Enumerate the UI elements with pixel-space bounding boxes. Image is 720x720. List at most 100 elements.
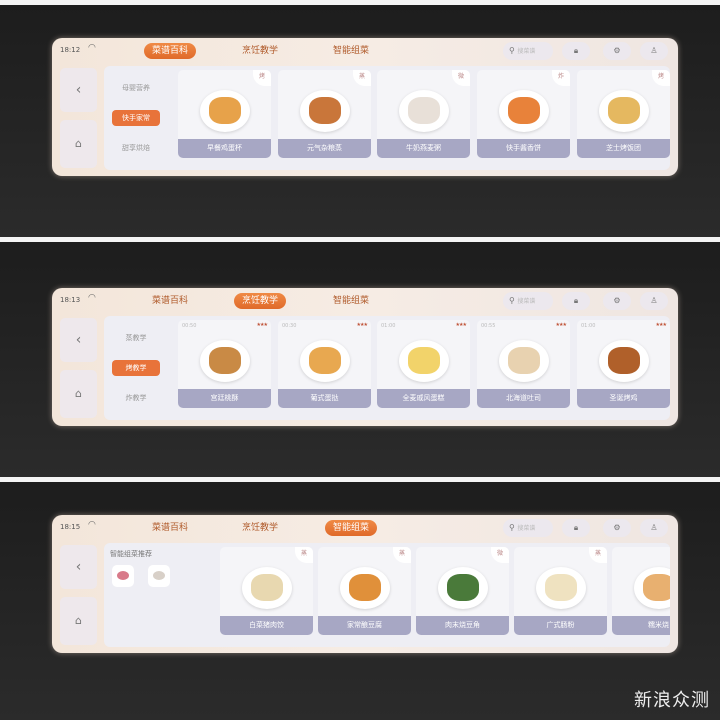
back-chevron-icon: ‹: [75, 332, 82, 348]
dish-image: [438, 567, 488, 609]
difficulty-stars: ★★★: [555, 322, 567, 328]
dish-name: 白菜猪肉饺: [220, 616, 313, 635]
oven-screen: 18:15 ◠ 菜谱百科 烹饪教学 智能组菜 ⚲ 搜菜谱 🔒︎ ⚙ ♙ ‹ ⌂ 智能组菜推荐 蒸白菜猪肉…: [52, 515, 678, 653]
recipe-card[interactable]: 蒸广式肠粉: [514, 547, 607, 635]
gear-button[interactable]: ⚙: [603, 292, 631, 310]
cook-mode-badge: 烤: [253, 70, 271, 86]
recipe-card[interactable]: 炸快手酱香饼: [477, 70, 570, 158]
recipe-card[interactable]: 00:55 ★★★ 北海道吐司: [477, 320, 570, 408]
tab-1[interactable]: 烹饪教学: [234, 293, 287, 309]
tab-2[interactable]: 智能组菜: [325, 293, 377, 309]
dish-food: [508, 347, 540, 374]
recipe-card[interactable]: 微牛奶燕麦粥: [377, 70, 470, 158]
search-button[interactable]: ⚲ 搜菜谱: [503, 292, 553, 310]
bell-button[interactable]: ♙: [640, 292, 668, 310]
gear-button[interactable]: ⚙: [603, 519, 631, 537]
recommend-thumb[interactable]: [148, 565, 170, 587]
lock-icon: 🔒︎: [573, 46, 579, 55]
lock-button[interactable]: 🔒︎: [562, 519, 590, 537]
search-button[interactable]: ⚲ 搜菜谱: [503, 519, 553, 537]
back-button[interactable]: ‹: [60, 68, 97, 112]
dish-image: [300, 90, 350, 132]
cook-mode-badge: 微: [452, 70, 470, 86]
recipe-card[interactable]: 00:50 ★★★ 宫廷桃酥: [178, 320, 271, 408]
gear-icon: ⚙: [613, 523, 621, 532]
photo-panel: 18:12 ◠ 菜谱百科 烹饪教学 智能组菜 ⚲ 搜菜谱 🔒︎ ⚙ ♙ ‹ ⌂ 母婴营养快手家常甜享烘…: [0, 5, 720, 237]
lock-icon: 🔒︎: [573, 523, 579, 532]
dish-food: [408, 97, 440, 124]
wifi-icon: ◠: [88, 520, 96, 530]
tab-0[interactable]: 菜谱百科: [144, 293, 196, 309]
back-button[interactable]: ‹: [60, 318, 97, 362]
recommend-thumb[interactable]: [112, 565, 134, 587]
bell-icon: ♙: [650, 523, 658, 532]
dish-name: 葡式蛋挞: [278, 389, 371, 408]
dish-food: [309, 347, 341, 374]
dish-name: 早餐鸡蛋杯: [178, 139, 271, 158]
lock-button[interactable]: 🔒︎: [562, 292, 590, 310]
side-menu-item[interactable]: 甜享烘焙: [112, 140, 160, 156]
dish-food: [251, 574, 283, 601]
recipe-card[interactable]: 蒸白菜猪肉饺: [220, 547, 313, 635]
dish-image: [499, 340, 549, 382]
recommend-title: 智能组菜推荐: [110, 550, 152, 558]
home-button[interactable]: ⌂: [60, 370, 97, 418]
dish-name: 糯米烧: [612, 616, 670, 635]
back-button[interactable]: ‹: [60, 545, 97, 589]
search-button[interactable]: ⚲ 搜菜谱: [503, 42, 553, 60]
gear-button[interactable]: ⚙: [603, 42, 631, 60]
wifi-icon: ◠: [88, 43, 96, 53]
content-area: 智能组菜推荐 蒸白菜猪肉饺蒸家常酿豆腐微肉末烧豆角蒸广式肠粉 糯米烧: [104, 543, 670, 647]
recipe-card[interactable]: 微肉末烧豆角: [416, 547, 509, 635]
dish-image: [499, 90, 549, 132]
dish-image: [399, 340, 449, 382]
bell-button[interactable]: ♙: [640, 519, 668, 537]
dish-name: 牛奶燕麦粥: [377, 139, 470, 158]
recipe-card[interactable]: 蒸家常酿豆腐: [318, 547, 411, 635]
side-menu-item[interactable]: 蒸教学: [112, 330, 160, 346]
recipe-card[interactable]: 00:30 ★★★ 葡式蛋挞: [278, 320, 371, 408]
side-menu-item[interactable]: 烤教学: [112, 360, 160, 376]
dish-image: [340, 567, 390, 609]
content-area: 蒸教学 烤教学 炸教学 00:50 ★★★ 宫廷桃酥 00:30 ★★★ 葡式蛋挞 01:00 ★★…: [104, 316, 670, 420]
recipe-card[interactable]: 糯米烧: [612, 547, 670, 635]
dish-food: [447, 574, 479, 601]
recipe-card[interactable]: 烤早餐鸡蛋杯: [178, 70, 271, 158]
status-time: 18:12: [60, 46, 81, 54]
side-menu-item[interactable]: 母婴营养: [112, 80, 160, 96]
home-button[interactable]: ⌂: [60, 597, 97, 645]
back-chevron-icon: ‹: [75, 559, 82, 575]
recipe-card[interactable]: 蒸元气杂粮蒸: [278, 70, 371, 158]
dish-food: [508, 97, 540, 124]
bell-button[interactable]: ♙: [640, 42, 668, 60]
recipe-card[interactable]: 01:00 ★★★ 全麦戚风蛋糕: [377, 320, 470, 408]
gear-icon: ⚙: [613, 46, 621, 55]
cook-mode-badge: 炸: [552, 70, 570, 86]
recipe-card[interactable]: 烤芝士烤饭团: [577, 70, 670, 158]
lock-icon: 🔒︎: [573, 296, 579, 305]
duration: 01:00: [581, 323, 596, 329]
dish-food: [608, 97, 640, 124]
dish-image: [200, 340, 250, 382]
tab-1[interactable]: 烹饪教学: [234, 43, 286, 59]
recipe-card[interactable]: 01:00 ★★★ 圣诞烤鸡: [577, 320, 670, 408]
dish-food: [209, 97, 241, 124]
difficulty-stars: ★★★: [455, 322, 467, 328]
tab-2[interactable]: 智能组菜: [325, 520, 378, 536]
gear-icon: ⚙: [613, 296, 621, 305]
lock-button[interactable]: 🔒︎: [562, 42, 590, 60]
cook-mode-badge: 微: [491, 547, 509, 563]
back-chevron-icon: ‹: [75, 82, 82, 98]
side-menu-item[interactable]: 快手家常: [112, 110, 160, 126]
tab-0[interactable]: 菜谱百科: [144, 520, 196, 536]
tab-2[interactable]: 智能组菜: [325, 43, 377, 59]
side-menu-item[interactable]: 炸教学: [112, 390, 160, 406]
dish-food: [545, 574, 577, 601]
tab-1[interactable]: 烹饪教学: [234, 520, 286, 536]
cook-mode-badge: 蒸: [353, 70, 371, 86]
dish-food: [643, 574, 670, 601]
photo-panel: 18:15 ◠ 菜谱百科 烹饪教学 智能组菜 ⚲ 搜菜谱 🔒︎ ⚙ ♙ ‹ ⌂ 智能组菜推荐 蒸白菜猪肉…: [0, 482, 720, 720]
tab-0[interactable]: 菜谱百科: [144, 43, 197, 59]
home-button[interactable]: ⌂: [60, 120, 97, 168]
dish-food: [349, 574, 381, 601]
